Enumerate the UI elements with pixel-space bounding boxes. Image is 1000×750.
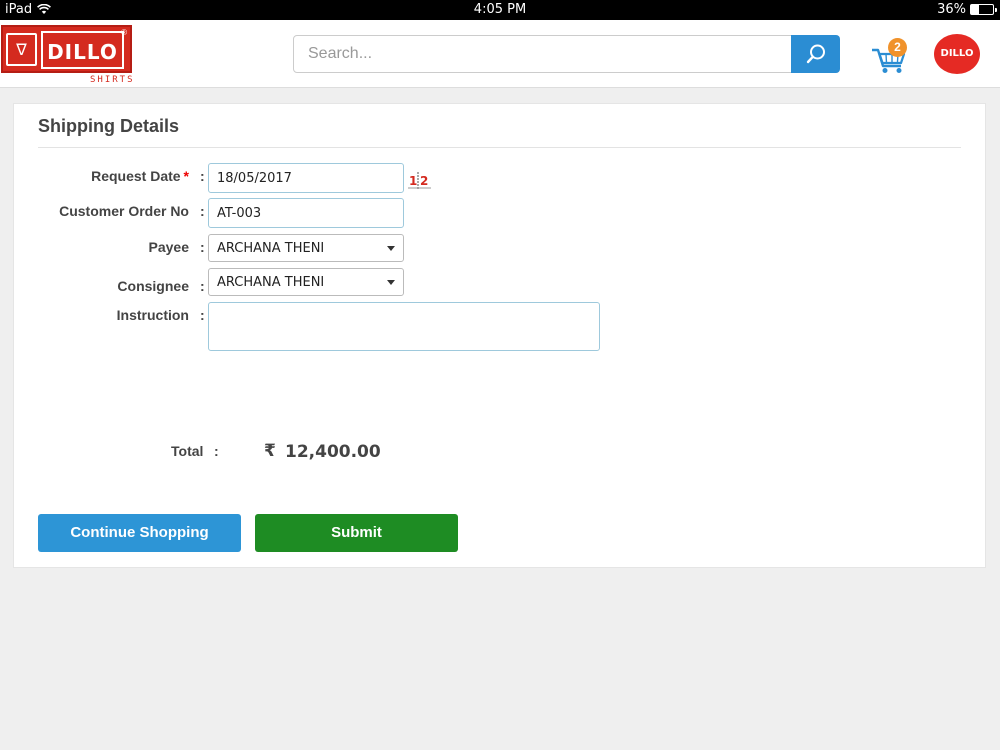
logo-registered: ®: [121, 28, 127, 37]
total-colon: :: [214, 443, 219, 459]
submit-button[interactable]: Submit: [255, 514, 458, 552]
logo-text: DILLO: [47, 40, 118, 64]
battery-icon: [970, 4, 997, 15]
status-right: 36%: [937, 2, 997, 17]
request-date-value: 18/05/2017: [217, 170, 292, 186]
request-date-label: Request Date *: [14, 168, 189, 184]
svg-text:2: 2: [420, 174, 428, 188]
battery-level: [971, 5, 979, 14]
request-date-field[interactable]: 18/05/2017: [208, 163, 404, 193]
search-input[interactable]: [293, 35, 793, 73]
brand-logo[interactable]: ᐁ DILLO ® SHIRTS: [0, 24, 136, 85]
status-time: 4:05 PM: [473, 2, 527, 17]
colon: :: [200, 168, 205, 184]
customer-order-no-label: Customer Order No: [59, 203, 189, 219]
battery-percent: 36%: [937, 2, 966, 17]
continue-shopping-button[interactable]: Continue Shopping: [38, 514, 241, 552]
page-title: Shipping Details: [38, 116, 180, 136]
avatar[interactable]: DILLO: [934, 34, 980, 74]
required-asterisk: *: [183, 168, 189, 184]
cart-count-badge: 2: [888, 38, 907, 57]
logo-monogram-icon: ᐁ: [6, 33, 37, 66]
total-amount: 12,400.00: [285, 442, 381, 462]
request-date-label-text: Request Date: [91, 168, 181, 184]
title-divider: [38, 147, 961, 148]
cart-button[interactable]: 2: [870, 36, 912, 76]
colon: :: [200, 278, 205, 294]
consignee-label: Consignee: [117, 278, 189, 294]
consignee-select[interactable]: ARCHANA THENI: [208, 268, 404, 296]
colon: :: [200, 239, 205, 255]
status-bar: iPad 4:05 PM 36%: [0, 0, 1000, 20]
rupee-icon: ₹: [264, 441, 276, 461]
colon: :: [200, 203, 205, 219]
search-button[interactable]: [791, 35, 840, 73]
app-header: ᐁ DILLO ® SHIRTS 2 DILLO: [0, 20, 1000, 88]
logo-subtext: SHIRTS: [90, 75, 135, 85]
colon: :: [200, 307, 205, 323]
instruction-label: Instruction: [116, 307, 189, 323]
logo-box: ᐁ DILLO ®: [1, 25, 132, 73]
payee-label: Payee: [148, 239, 189, 255]
logo-inner: DILLO: [41, 31, 124, 69]
consignee-value: ARCHANA THENI: [217, 274, 325, 290]
customer-order-no-value: AT-003: [217, 205, 262, 221]
chevron-down-icon: [387, 245, 395, 251]
instruction-textarea[interactable]: [208, 302, 600, 351]
customer-order-no-field[interactable]: AT-003: [208, 198, 404, 228]
payee-select[interactable]: ARCHANA THENI: [208, 234, 404, 262]
shipping-details-card: Shipping Details Request Date * : 18/05/2…: [13, 103, 986, 568]
chevron-down-icon: [387, 279, 395, 285]
svg-text:1: 1: [409, 174, 417, 188]
search-icon: [806, 44, 825, 64]
calendar-icon[interactable]: 1 2: [408, 171, 432, 191]
total-label: Total: [171, 443, 204, 459]
payee-value: ARCHANA THENI: [217, 240, 325, 256]
